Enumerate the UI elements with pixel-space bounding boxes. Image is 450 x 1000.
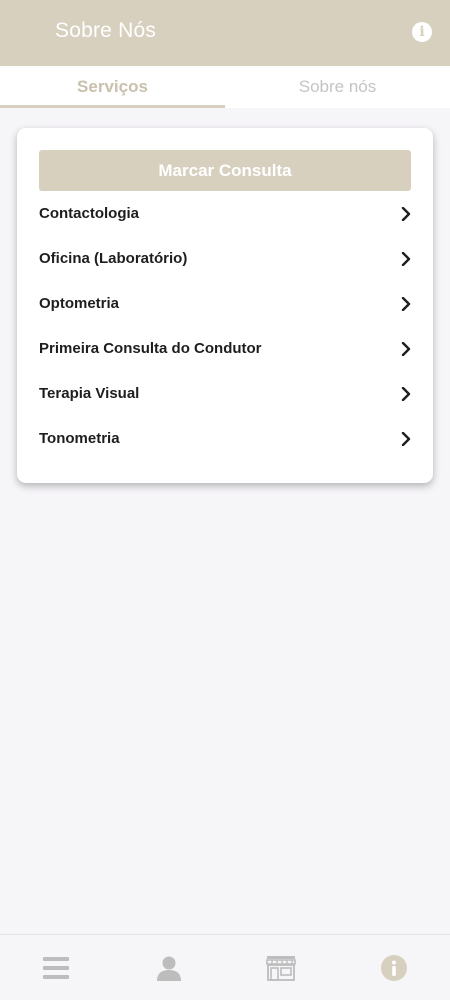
page-title: Sobre Nós xyxy=(55,19,157,42)
user-icon xyxy=(156,956,181,981)
nav-store[interactable] xyxy=(251,935,311,1000)
list-item[interactable]: Tonometria xyxy=(17,416,433,461)
services-list: Contactologia Oficina (Laboratório) Opto… xyxy=(17,191,433,461)
nav-menu[interactable] xyxy=(26,935,86,1000)
chevron-right-icon xyxy=(401,296,411,311)
list-item[interactable]: Primeira Consulta do Condutor xyxy=(17,326,433,371)
list-item[interactable]: Terapia Visual xyxy=(17,371,433,416)
list-item-label: Oficina (Laboratório) xyxy=(39,250,188,267)
chevron-right-icon xyxy=(401,431,411,446)
info-icon[interactable]: i xyxy=(412,22,432,42)
list-item[interactable]: Contactologia xyxy=(17,191,433,236)
list-item-label: Contactologia xyxy=(39,205,139,222)
nav-about[interactable] xyxy=(364,935,424,1000)
info-icon xyxy=(380,954,407,981)
list-item-label: Terapia Visual xyxy=(39,385,140,402)
menu-icon xyxy=(43,956,70,979)
chevron-right-icon xyxy=(401,251,411,266)
store-icon xyxy=(266,955,297,981)
nav-profile[interactable] xyxy=(139,935,199,1000)
list-item-label: Primeira Consulta do Condutor xyxy=(39,340,262,357)
list-item[interactable]: Oficina (Laboratório) xyxy=(17,236,433,281)
chevron-right-icon xyxy=(401,386,411,401)
list-item[interactable]: Optometria xyxy=(17,281,433,326)
bottom-nav xyxy=(0,934,450,1000)
chevron-right-icon xyxy=(401,341,411,356)
services-card: Marcar Consulta Contactologia Oficina (L… xyxy=(17,128,433,483)
book-appointment-button[interactable]: Marcar Consulta xyxy=(39,150,411,191)
list-item-label: Tonometria xyxy=(39,430,120,447)
tab-bar: Serviços Sobre nós xyxy=(0,66,450,108)
list-item-label: Optometria xyxy=(39,295,120,312)
tab-sobre-nos[interactable]: Sobre nós xyxy=(225,66,450,108)
tab-servicos[interactable]: Serviços xyxy=(0,66,225,108)
chevron-right-icon xyxy=(401,206,411,221)
app-header: Sobre Nós i xyxy=(0,0,450,66)
